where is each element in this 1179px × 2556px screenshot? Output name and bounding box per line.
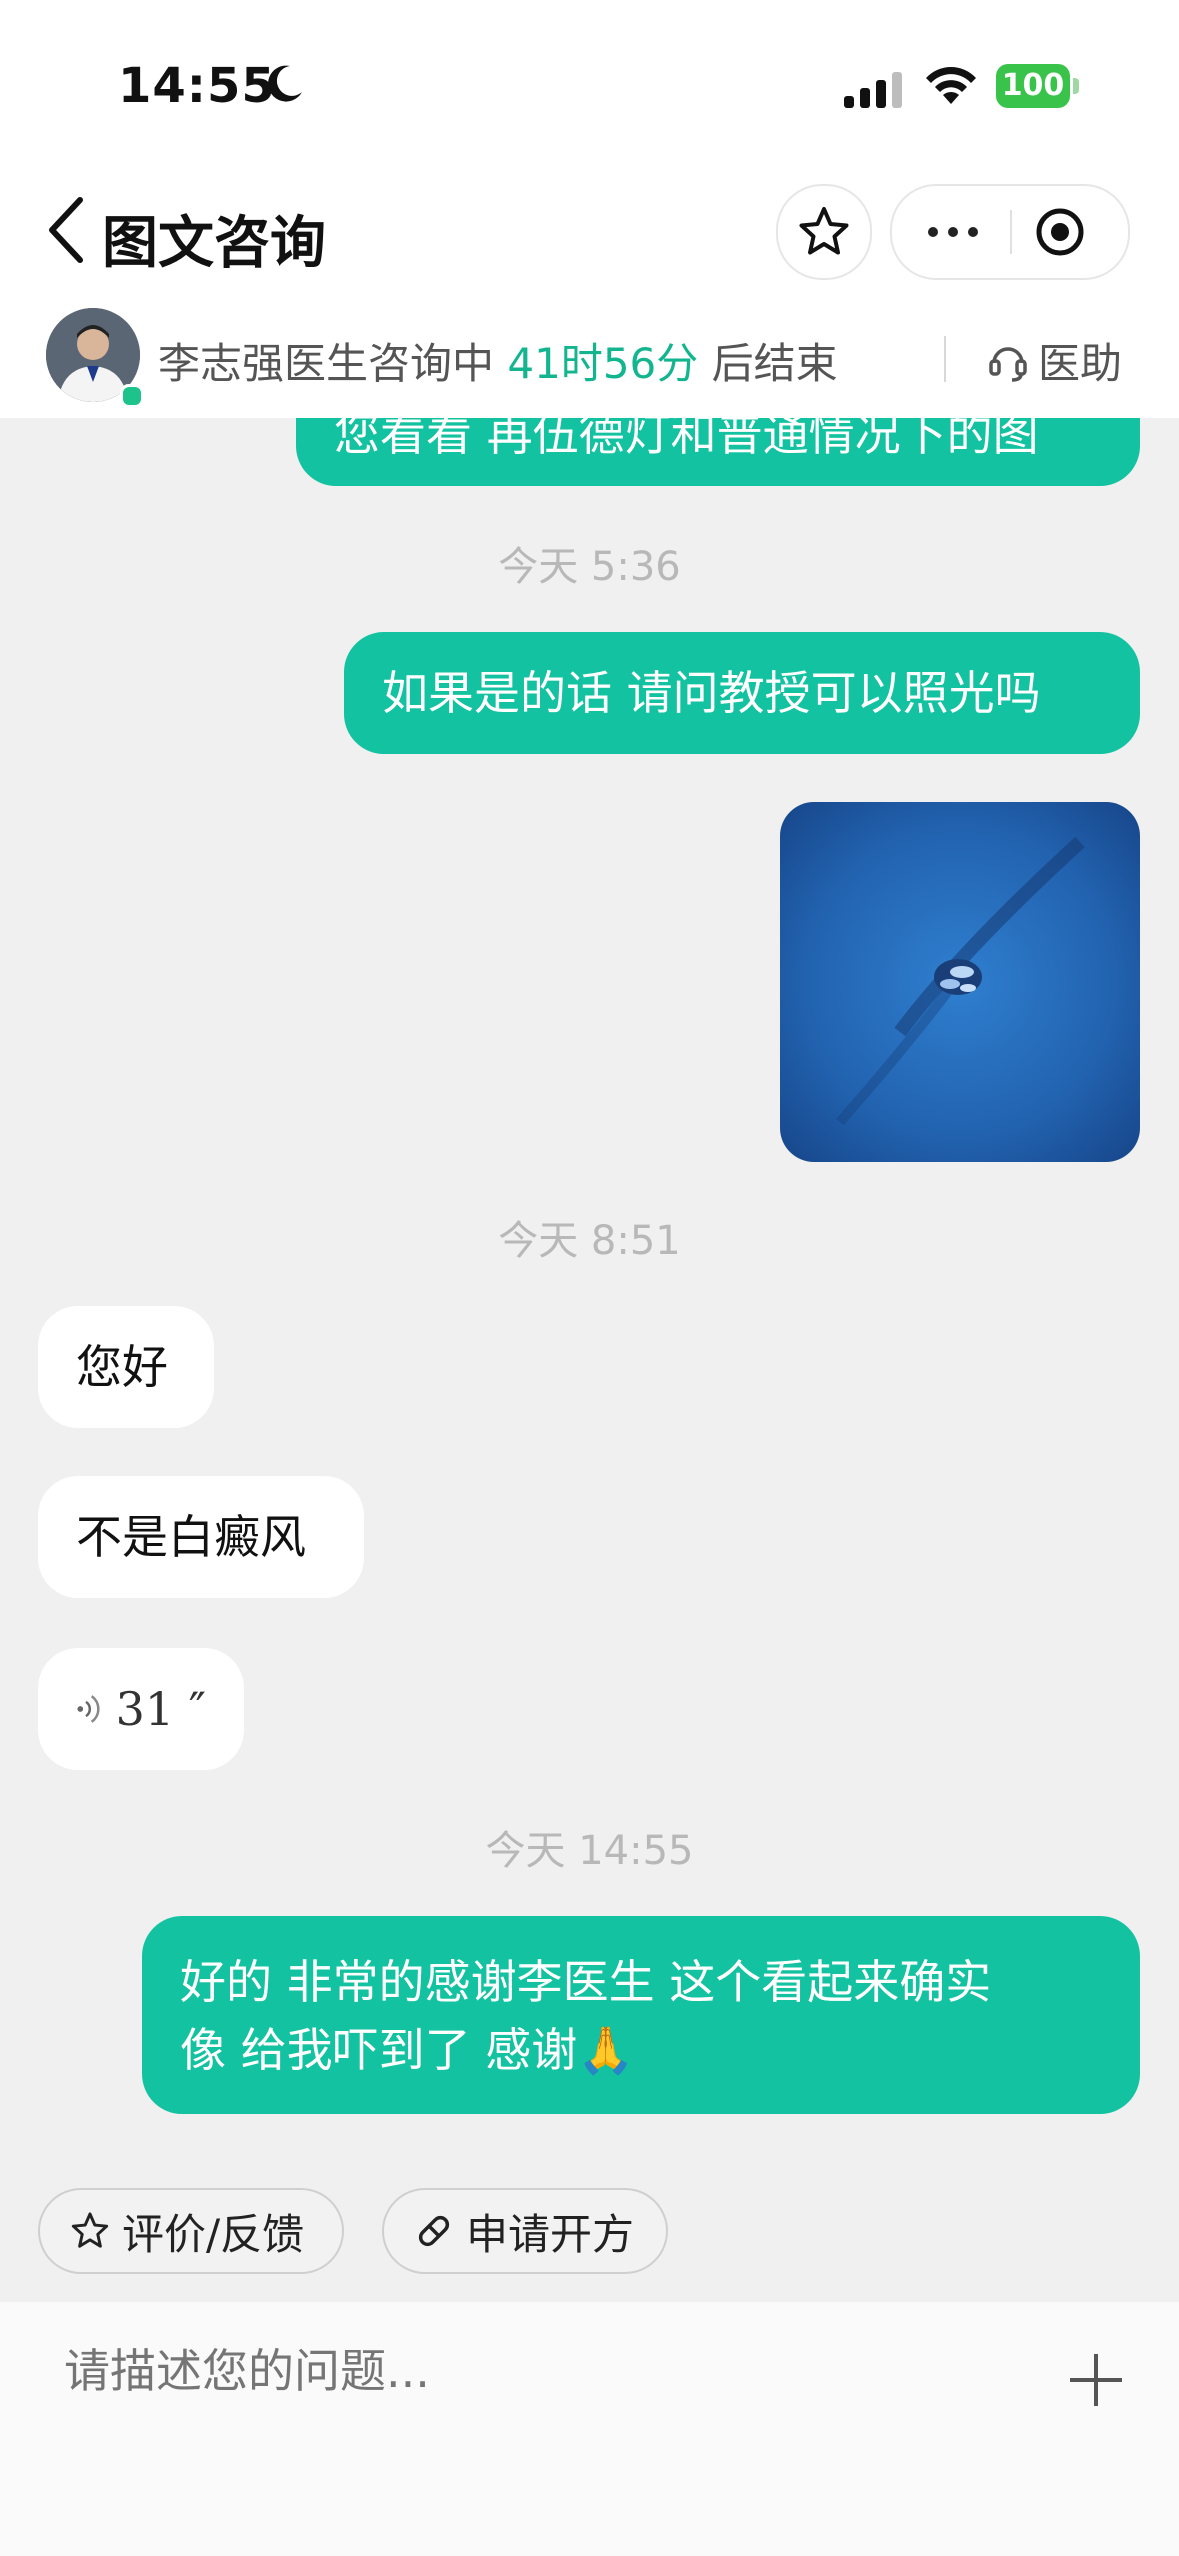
consult-status: 李志强医生咨询中 41时56分 后结束 — [158, 330, 838, 391]
voice-wave-icon — [77, 1695, 100, 1723]
timestamp: 今天 8:51 — [498, 1218, 681, 1264]
message-text-line: 好的 非常的感谢李医生 这个看起来确实 — [180, 1955, 992, 2009]
feedback-button[interactable]: 评价/反馈 — [38, 2188, 344, 2274]
prescription-label: 申请开方 — [466, 2209, 635, 2259]
battery-indicator: 100 — [996, 64, 1080, 108]
consult-status-prefix: 李志强医生咨询中 — [158, 339, 495, 388]
pill-icon — [418, 2215, 450, 2247]
timestamp: 今天 5:36 — [498, 544, 681, 590]
favorite-button[interactable] — [776, 184, 872, 280]
skin-photo-image — [780, 802, 1140, 1162]
status-time: 14:55 — [118, 58, 276, 114]
signal-icon — [844, 72, 902, 108]
prescription-button[interactable]: 申请开方 — [382, 2188, 668, 2274]
timestamp: 今天 14:55 — [485, 1828, 694, 1874]
doctor-bar-divider — [944, 336, 946, 382]
header: 14:55 100 图文咨询 李志强医生咨询中 41时56分 后结束 医助 — [0, 0, 1179, 418]
online-status-dot — [120, 384, 144, 408]
message-text: 您好 — [76, 1340, 168, 1394]
message-bubble-outgoing[interactable]: 如果是的话 请问教授可以照光吗 — [344, 632, 1140, 754]
more-icon[interactable] — [928, 218, 992, 246]
remaining-time: 41时56分 — [507, 339, 699, 388]
message-text: 如果是的话 请问教授可以照光吗 — [382, 666, 1041, 720]
sent-photo[interactable] — [780, 802, 1140, 1162]
voice-duration: 31 ″ — [115, 1682, 206, 1736]
capsule-divider — [1010, 210, 1012, 254]
voice-message[interactable]: 31 ″ — [38, 1648, 244, 1770]
plus-icon[interactable] — [1066, 2350, 1126, 2410]
message-bubble-outgoing[interactable]: 好的 非常的感谢李医生 这个看起来确实 像 给我吓到了 感谢🙏 — [142, 1916, 1140, 2114]
composer — [0, 2302, 1179, 2556]
message-text-line: 像 给我吓到了 感谢🙏 — [180, 2023, 635, 2077]
message-bubble-incoming[interactable]: 不是白癜风 — [38, 1476, 364, 1598]
doctor-info-bar: 李志强医生咨询中 41时56分 后结束 医助 — [0, 300, 1179, 418]
mini-program-capsule — [890, 184, 1130, 280]
headset-icon — [989, 346, 1027, 382]
nav-bar: 图文咨询 — [0, 170, 1179, 290]
moon-icon — [268, 65, 302, 102]
message-text: 不是白癜风 — [76, 1510, 306, 1564]
battery-tip — [1073, 78, 1079, 94]
assistant-button[interactable]: 医助 — [986, 330, 1122, 391]
feedback-label: 评价/反馈 — [122, 2209, 305, 2259]
message-input[interactable] — [64, 2344, 964, 2398]
status-bar: 14:55 100 — [0, 0, 1179, 170]
close-target-icon[interactable] — [1034, 206, 1086, 258]
page-title: 图文咨询 — [102, 211, 326, 276]
battery-level: 100 — [996, 64, 1070, 108]
consult-status-suffix: 后结束 — [711, 339, 838, 388]
back-arrow-icon[interactable] — [40, 192, 96, 268]
message-bubble-incoming[interactable]: 您好 — [38, 1306, 214, 1428]
wifi-icon — [926, 67, 976, 104]
star-outline-icon — [71, 2212, 109, 2248]
assistant-label: 医助 — [1038, 339, 1123, 388]
star-icon — [799, 207, 849, 255]
quick-actions: 评价/反馈 申请开方 — [0, 2188, 1179, 2278]
